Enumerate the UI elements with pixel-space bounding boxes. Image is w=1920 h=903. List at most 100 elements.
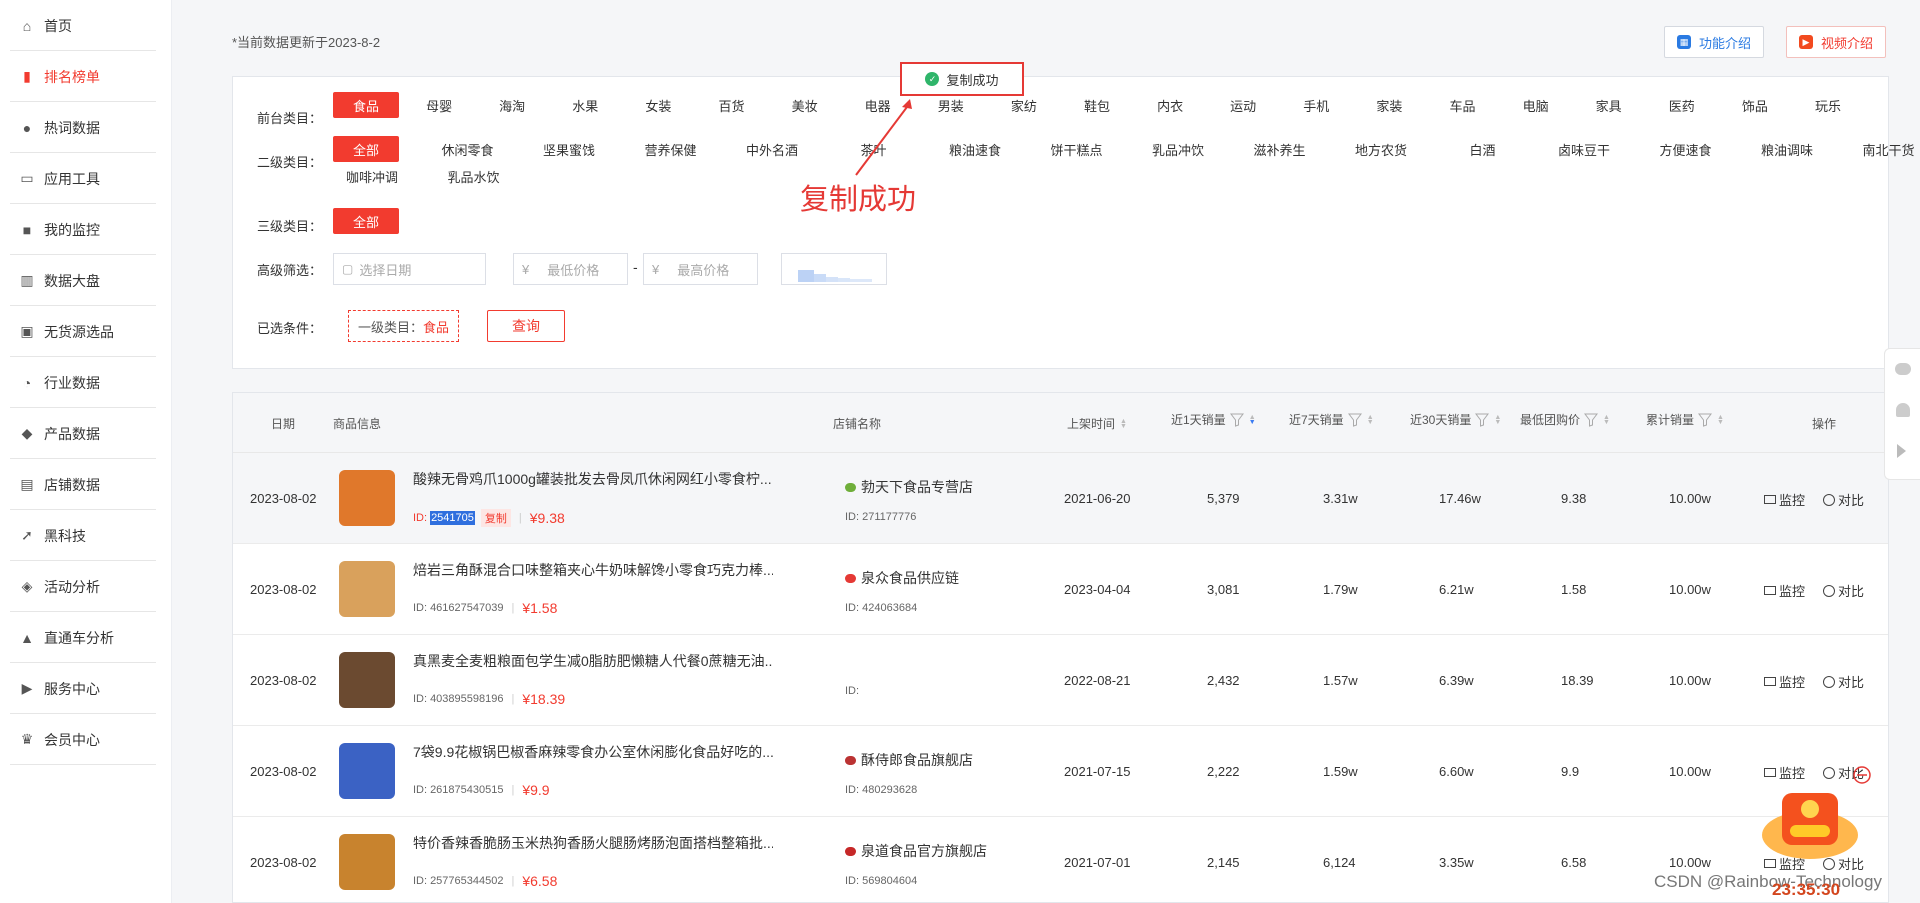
sidebar-item[interactable]: ▶ 服务中心	[10, 664, 156, 714]
expand-arrow-icon[interactable]	[1897, 444, 1906, 458]
product-title[interactable]: 特价香辣香脆肠玉米热狗香肠火腿肠烤肠泡面搭档整箱批...	[413, 833, 773, 853]
category-chip[interactable]: 方便速食	[1653, 136, 1719, 162]
sidebar-item[interactable]: ➚ 黑科技	[10, 511, 156, 561]
product-thumbnail[interactable]	[339, 834, 395, 890]
category-chip[interactable]: 玩乐	[1795, 92, 1861, 118]
category-chip[interactable]: 坚果蜜饯	[536, 136, 602, 162]
category-chip[interactable]: 地方农货	[1348, 136, 1414, 162]
sort-icon[interactable]: ▲ ▼	[1367, 414, 1374, 426]
category-chip[interactable]: 运动	[1210, 92, 1276, 118]
category-chip[interactable]: 休闲零食	[435, 136, 501, 162]
sidebar-item[interactable]: ⌂ 首页	[10, 1, 156, 51]
compare-button[interactable]: 对比	[1823, 581, 1864, 600]
table-row[interactable]: 2023-08-02 特价香辣香脆肠玉米热狗香肠火腿肠烤肠泡面搭档整箱批... ID…	[233, 817, 1888, 903]
price-distribution-chart[interactable]	[781, 253, 887, 285]
category-chip[interactable]: 美妆	[772, 92, 838, 118]
sidebar-item[interactable]: ▮ 排名榜单	[10, 52, 156, 102]
query-button[interactable]: 查询	[487, 310, 565, 342]
monitor-button[interactable]: 监控	[1764, 672, 1805, 691]
table-row[interactable]: 2023-08-02 焙岩三角酥混合口味整箱夹心牛奶味解馋小零食巧克力棒... ID…	[233, 544, 1888, 635]
category-chip[interactable]: 饼干糕点	[1044, 136, 1110, 162]
filter-funnel-icon[interactable]	[1475, 413, 1490, 427]
product-id[interactable]: 2541705	[430, 511, 475, 525]
date-picker[interactable]: ▢ 选择日期	[333, 253, 486, 285]
max-price-input[interactable]: ¥ 最高价格	[643, 253, 758, 285]
wechat-icon[interactable]	[1895, 363, 1911, 375]
category-chip[interactable]: 营养保健	[638, 136, 704, 162]
sidebar-item[interactable]: ▣ 无货源选品	[10, 307, 156, 357]
table-row[interactable]: 2023-08-02 真黑麦全麦粗粮面包学生减0脂肪肥懒糖人代餐0蔗糖无油... I…	[233, 635, 1888, 726]
category-chip[interactable]: 水果	[552, 92, 618, 118]
shop-name[interactable]: 酥侍郎食品旗舰店	[861, 750, 973, 770]
category-chip[interactable]: 滋补养生	[1247, 136, 1313, 162]
product-thumbnail[interactable]	[339, 652, 395, 708]
compare-button[interactable]: 对比	[1823, 490, 1864, 509]
product-title[interactable]: 焙岩三角酥混合口味整箱夹心牛奶味解馋小零食巧克力棒...	[413, 560, 773, 580]
category-chip[interactable]: 医药	[1649, 92, 1715, 118]
filter-funnel-icon[interactable]	[1698, 413, 1713, 427]
filter-funnel-icon[interactable]	[1584, 413, 1599, 427]
category-chip[interactable]: 中外名酒	[739, 136, 805, 162]
category-chip[interactable]: 咖啡冲调	[339, 163, 405, 189]
category-chip[interactable]: 车品	[1430, 92, 1496, 118]
product-thumbnail[interactable]	[339, 743, 395, 799]
sort-icon[interactable]: ▲ ▼	[1120, 418, 1127, 430]
category-chip[interactable]: 家具	[1576, 92, 1642, 118]
sidebar-item[interactable]: ▥ 数据大盘	[10, 256, 156, 306]
video-intro-button[interactable]: ▶ 视频介绍	[1786, 26, 1887, 58]
sidebar-item[interactable]: ◔ 行业数据	[10, 358, 156, 408]
level3-all-chip[interactable]: 全部	[333, 208, 399, 234]
product-id[interactable]: 403895598196	[430, 693, 503, 705]
sort-icon[interactable]: ▲ ▼	[1717, 414, 1724, 426]
monitor-button[interactable]: 监控	[1764, 490, 1805, 509]
header-sales-30d[interactable]: 近30天销量 ▲ ▼	[1410, 411, 1501, 428]
category-chip[interactable]: 乳品水饮	[441, 163, 507, 189]
category-chip[interactable]: 女装	[625, 92, 691, 118]
sidebar-item[interactable]: ♛ 会员中心	[10, 715, 156, 765]
header-min-price[interactable]: 最低团购价 ▲ ▼	[1520, 411, 1610, 428]
category-chip[interactable]: 全部	[333, 136, 399, 162]
sidebar-item[interactable]: ◈ 活动分析	[10, 562, 156, 612]
sort-icon[interactable]: ▲ ▼	[1249, 414, 1256, 426]
monitor-button[interactable]: 监控	[1764, 581, 1805, 600]
header-total-sales[interactable]: 累计销量 ▲ ▼	[1646, 411, 1724, 428]
shop-name[interactable]: 泉道食品官方旗舰店	[861, 841, 987, 861]
product-title[interactable]: 真黑麦全麦粗粮面包学生减0脂肪肥懒糖人代餐0蔗糖无油...	[413, 651, 773, 671]
feature-intro-button[interactable]: ▦ 功能介绍	[1664, 26, 1765, 58]
category-chip[interactable]: 母婴	[406, 92, 472, 118]
category-chip[interactable]: 手机	[1283, 92, 1349, 118]
category-chip[interactable]: 鞋包	[1064, 92, 1130, 118]
sort-icon[interactable]: ▲ ▼	[1494, 414, 1501, 426]
promo-redpacket-icon[interactable]	[1752, 765, 1872, 865]
product-thumbnail[interactable]	[339, 470, 395, 526]
category-chip[interactable]: 南北干货	[1856, 136, 1920, 162]
copy-button[interactable]: 复制	[480, 509, 511, 527]
product-title[interactable]: 7袋9.9花椒锅巴椒香麻辣零食办公室休闲膨化食品好吃的...	[413, 742, 773, 762]
bell-icon[interactable]	[1896, 403, 1910, 417]
min-price-input[interactable]: ¥ 最低价格	[513, 253, 628, 285]
category-chip[interactable]: 粮油调味	[1754, 136, 1820, 162]
product-title[interactable]: 酸辣无骨鸡爪1000g罐装批发去骨凤爪休闲网红小零食柠...	[413, 469, 773, 489]
header-sales-7d[interactable]: 近7天销量 ▲ ▼	[1289, 411, 1374, 428]
header-listed-time[interactable]: 上架时间 ▲ ▼	[1067, 415, 1127, 432]
sidebar-item[interactable]: ◆ 产品数据	[10, 409, 156, 459]
product-id[interactable]: 461627547039	[430, 602, 503, 614]
category-chip[interactable]: 食品	[333, 92, 399, 118]
sidebar-item[interactable]: ■ 我的监控	[10, 205, 156, 255]
category-chip[interactable]: 乳品冲饮	[1145, 136, 1211, 162]
sidebar-item[interactable]: ▭ 应用工具	[10, 154, 156, 204]
category-chip[interactable]: 家装	[1356, 92, 1422, 118]
category-chip[interactable]: 海淘	[479, 92, 545, 118]
sidebar-item[interactable]: ● 热词数据	[10, 103, 156, 153]
product-id[interactable]: 257765344502	[430, 875, 503, 887]
product-id[interactable]: 261875430515	[430, 784, 503, 796]
product-thumbnail[interactable]	[339, 561, 395, 617]
category-chip[interactable]: 白酒	[1450, 136, 1516, 162]
header-sales-1d[interactable]: 近1天销量 ▲ ▼	[1171, 411, 1256, 428]
category-chip[interactable]: 粮油速食	[942, 136, 1008, 162]
shop-name[interactable]: 勃天下食品专营店	[861, 477, 973, 497]
filter-funnel-icon[interactable]	[1229, 413, 1244, 427]
shop-name[interactable]: 泉众食品供应链	[861, 568, 959, 588]
category-chip[interactable]: 内衣	[1137, 92, 1203, 118]
sort-icon[interactable]: ▲ ▼	[1603, 414, 1610, 426]
